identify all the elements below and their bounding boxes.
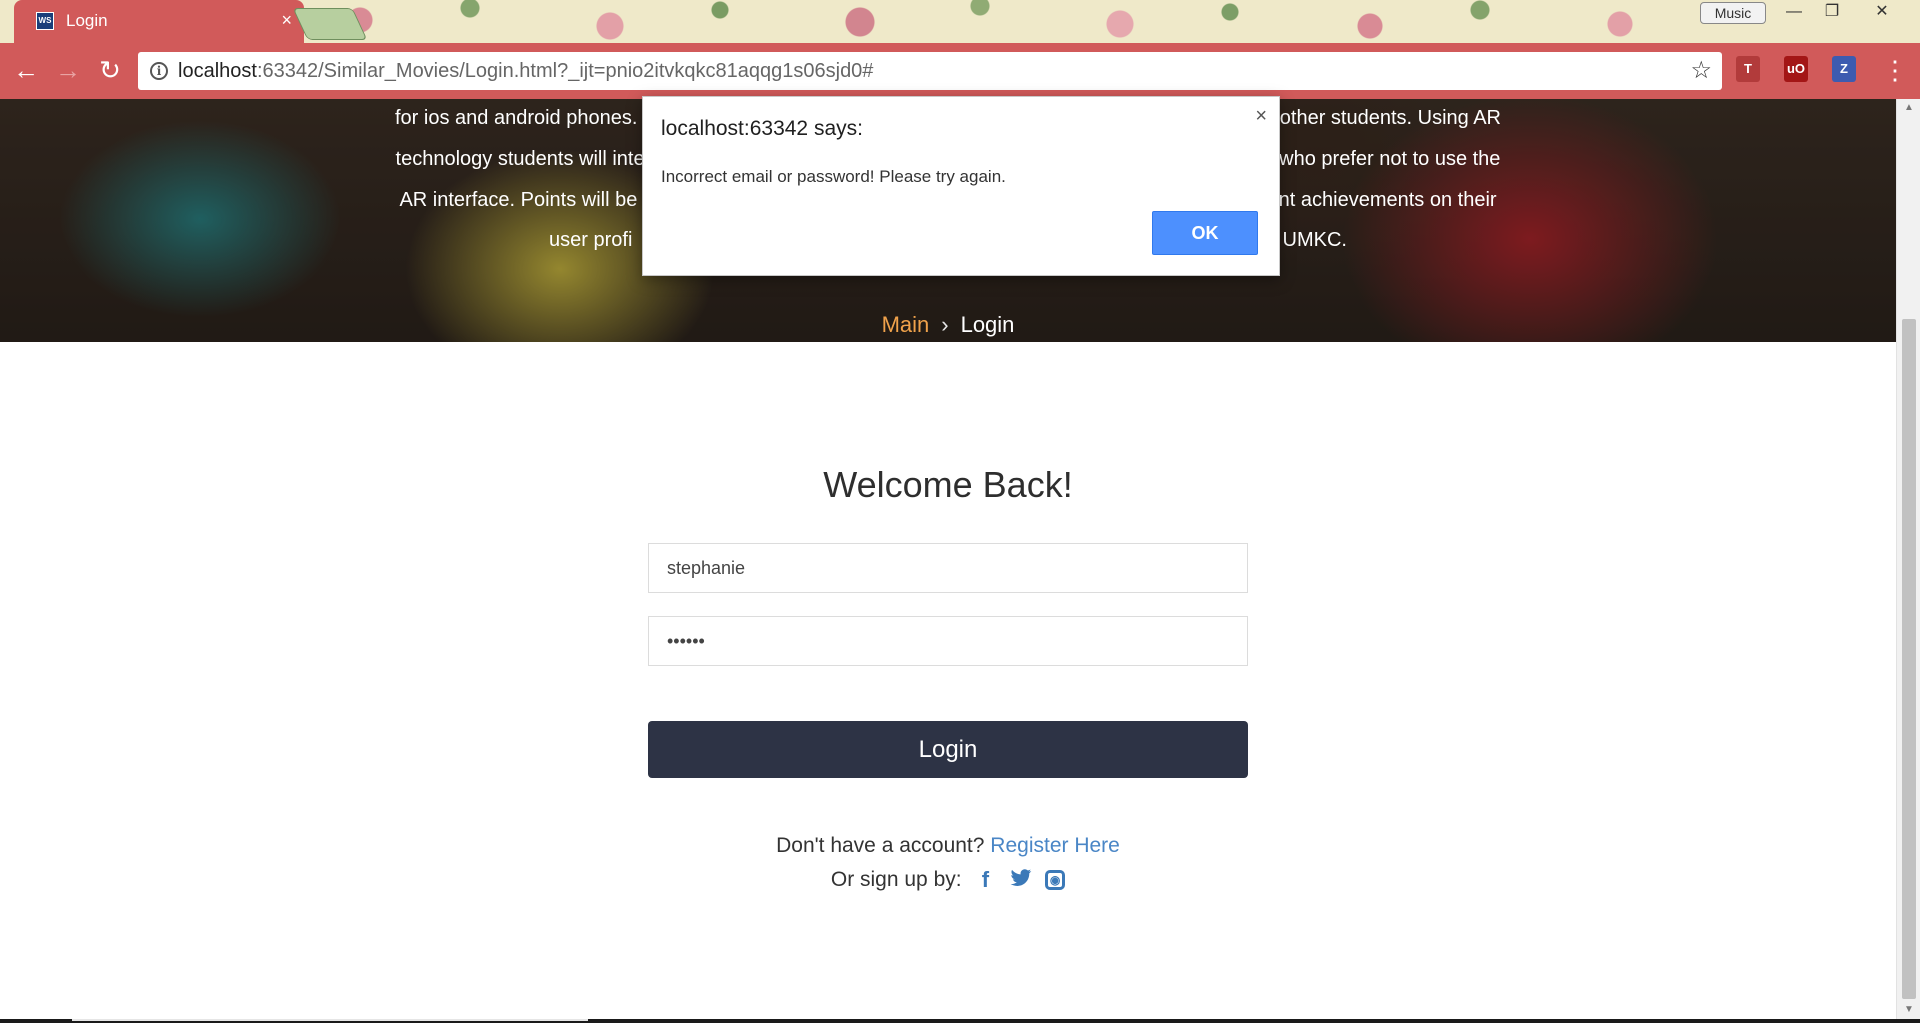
url-host: localhost — [178, 60, 257, 82]
email-field[interactable]: stephanie — [648, 543, 1248, 593]
page-scrollbar[interactable]: ▲ ▼ — [1896, 99, 1920, 1019]
back-arrow-icon[interactable]: ← — [8, 53, 44, 89]
url-path: :63342/Similar_Movies/Login.html?_ijt=pn… — [256, 60, 874, 82]
site-info-icon[interactable]: i — [150, 62, 168, 80]
dialog-close-icon[interactable]: × — [1255, 105, 1267, 128]
dialog-message: Incorrect email or password! Please try … — [661, 167, 1006, 186]
dialog-title: localhost:63342 says: — [661, 117, 863, 140]
page-title: Welcome Back! — [823, 464, 1073, 505]
window-close-icon[interactable]: ✕ — [1864, 0, 1900, 24]
address-bar[interactable]: i localhost:63342/Similar_Movies/Login.h… — [138, 52, 1722, 90]
register-link[interactable]: Register Here — [990, 834, 1120, 857]
z-extension-icon[interactable]: Z — [1832, 56, 1856, 82]
scrollbar-thumb[interactable] — [1902, 319, 1916, 999]
browser-toolbar: ← → ↻ i localhost:63342/Similar_Movies/L… — [0, 43, 1920, 99]
facebook-icon[interactable]: f — [973, 868, 997, 892]
music-button[interactable]: Music — [1700, 2, 1766, 24]
password-field[interactable]: •••••• — [648, 616, 1248, 666]
signup-prompt-text: Or sign up by: — [830, 868, 962, 891]
alert-dialog: localhost:63342 says: × Incorrect email … — [642, 96, 1280, 276]
url-text: localhost:63342/Similar_Movies/Login.htm… — [178, 60, 873, 83]
tab-title: Login — [66, 11, 108, 30]
signup-row: Or sign up by: f ◉ — [0, 868, 1896, 892]
webstorm-favicon-icon: WS — [36, 12, 54, 30]
t-extension-icon[interactable]: T — [1736, 56, 1760, 82]
breadcrumb-current: Login — [960, 312, 1015, 337]
ok-button[interactable]: OK — [1152, 211, 1258, 255]
restore-icon[interactable]: ❐ — [1814, 0, 1850, 24]
scroll-down-icon[interactable]: ▼ — [1897, 1001, 1920, 1019]
twitter-icon[interactable] — [1009, 868, 1033, 892]
login-button[interactable]: Login — [648, 721, 1248, 778]
register-prompt: Don't have a account? Register Here — [0, 834, 1896, 858]
ublock-extension-icon[interactable]: uO — [1784, 56, 1808, 82]
instagram-icon[interactable]: ◉ — [1045, 870, 1066, 891]
window-title-bar: WS Login × Music — ❐ ✕ — [0, 0, 1920, 43]
breadcrumb-main-link[interactable]: Main — [882, 312, 930, 337]
browser-tab-login[interactable]: WS Login × — [14, 0, 304, 43]
tab-close-icon[interactable]: × — [281, 10, 292, 31]
breadcrumb-separator: › — [941, 312, 949, 337]
scroll-up-icon[interactable]: ▲ — [1897, 99, 1920, 117]
reload-icon[interactable]: ↻ — [92, 53, 128, 89]
breadcrumb: Main › Login — [0, 312, 1896, 338]
browser-menu-icon[interactable]: ⋮ — [1882, 53, 1908, 87]
register-prompt-text: Don't have a account? — [776, 834, 985, 857]
forward-arrow-icon[interactable]: → — [50, 53, 86, 89]
bookmark-star-icon[interactable]: ☆ — [1690, 56, 1712, 85]
minimize-icon[interactable]: — — [1776, 0, 1812, 24]
